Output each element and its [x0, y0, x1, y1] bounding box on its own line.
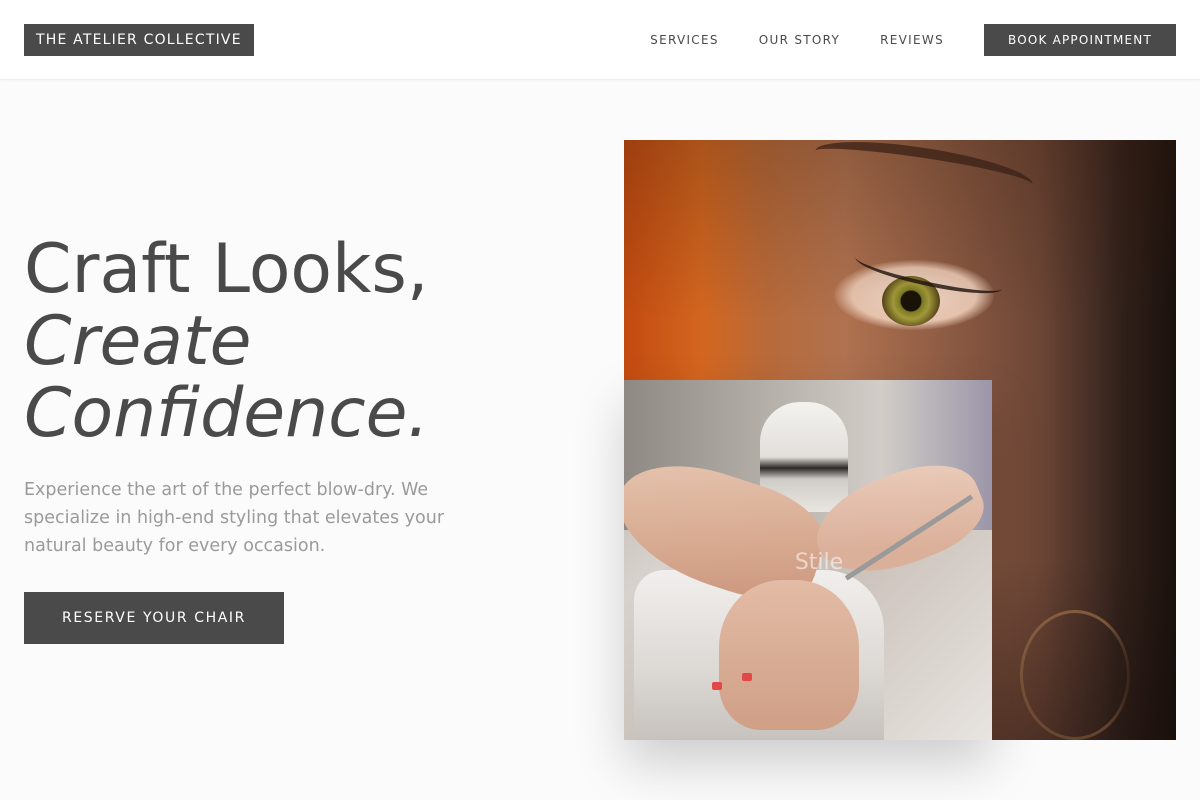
hero-title-line-1: Craft Looks, [24, 230, 429, 309]
image-watermark: Stile [794, 550, 844, 575]
site-header: THE ATELIER COLLECTIVE SERVICES OUR STOR… [0, 0, 1200, 80]
indicator-light [712, 682, 722, 690]
hand-shape-client [719, 580, 859, 730]
nav-link-our-story[interactable]: OUR STORY [759, 24, 840, 56]
reserve-chair-button[interactable]: RESERVE YOUR CHAIR [24, 592, 284, 644]
book-appointment-button[interactable]: BOOK APPOINTMENT [984, 24, 1176, 56]
indicator-light [742, 673, 752, 681]
hero-title-line-2: Create [24, 302, 252, 381]
nav-link-reviews[interactable]: REVIEWS [880, 24, 944, 56]
nav-link-services[interactable]: SERVICES [650, 24, 719, 56]
hero-title: Craft Looks, Create Confidence. [24, 234, 584, 450]
main-nav: SERVICES OUR STORY REVIEWS BOOK APPOINTM… [650, 24, 1176, 56]
manicure-image: Stile [624, 380, 992, 740]
brand-logo[interactable]: THE ATELIER COLLECTIVE [24, 24, 254, 56]
hero-title-line-3: Confidence. [24, 374, 430, 453]
hero-description: Experience the art of the perfect blow-d… [24, 480, 445, 556]
